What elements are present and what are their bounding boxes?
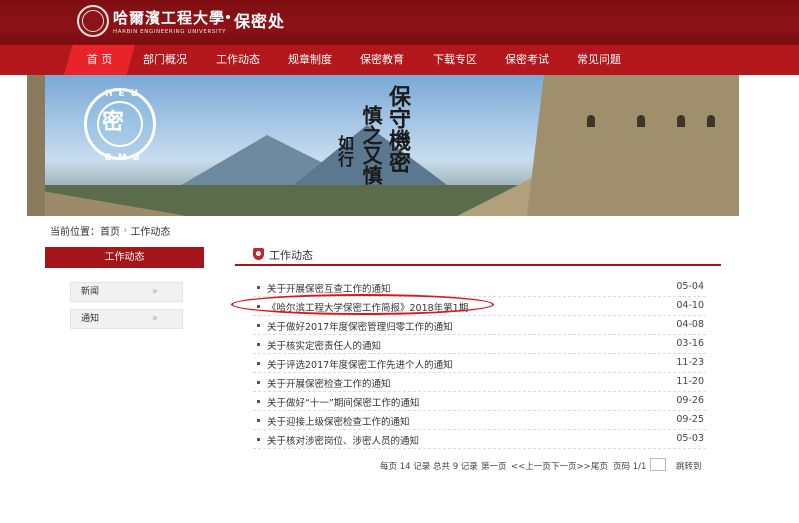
news-title-link[interactable]: 关于做好“十一”期间保密工作的通知	[267, 395, 419, 409]
news-date: 11-23	[676, 357, 704, 368]
news-date: 04-08	[676, 319, 704, 330]
university-seal-icon[interactable]	[77, 5, 109, 37]
nav-item-news[interactable]: 工作动态	[216, 45, 260, 75]
news-title-link[interactable]: 关于核对涉密岗位、涉密人员的通知	[267, 433, 419, 447]
news-list-item[interactable]: 关于做好“十一”期间保密工作的通知 09-26	[253, 392, 706, 411]
bullet-icon	[257, 400, 260, 403]
news-list-item[interactable]: 关于做好2017年度保密管理归零工作的通知 04-08	[253, 316, 706, 335]
university-name-en: HARBIN ENGINEERING UNIVERSITY	[113, 29, 227, 35]
news-title-link[interactable]: 关于评选2017年度保密工作先进个人的通知	[267, 357, 453, 371]
breadcrumb-separator: ›	[123, 225, 128, 236]
news-title-link[interactable]: 关于迎接上级保密检查工作的通知	[267, 414, 410, 428]
pager-prev-link[interactable]: <<上一页	[511, 460, 551, 472]
news-list-item[interactable]: 关于迎接上级保密检查工作的通知 09-25	[253, 411, 706, 430]
bullet-icon	[257, 286, 260, 289]
pager-last-link[interactable]: 尾页	[591, 460, 608, 472]
pager-first-link[interactable]: 第一页	[481, 460, 507, 472]
calligraphy-text-3: 如行	[335, 135, 354, 167]
breadcrumb-prefix: 当前位置：	[50, 227, 100, 238]
site-header: 哈爾濱工程大學 HARBIN ENGINEERING UNIVERSITY 保密…	[0, 0, 799, 44]
highlight-annotation-ellipse	[231, 294, 494, 315]
pager-page-info: 页码 1/1	[613, 462, 647, 472]
bullet-icon	[257, 419, 260, 422]
bullet-icon	[257, 362, 260, 365]
department-title: 保密处	[234, 12, 286, 31]
news-title-link[interactable]: 关于做好2017年度保密管理归零工作的通知	[267, 319, 453, 333]
nav-item-education[interactable]: 保密教育	[360, 45, 404, 75]
news-list-item[interactable]: 关于核对涉密岗位、涉密人员的通知 05-03	[253, 430, 706, 449]
university-name-cn[interactable]: 哈爾濱工程大學	[113, 7, 225, 28]
pager-next-link[interactable]: 下一页>>	[551, 460, 591, 472]
section-header: 工作动态	[235, 244, 721, 266]
bullet-icon	[257, 381, 260, 384]
breadcrumb-current[interactable]: 工作动态	[130, 227, 170, 238]
page-number-input[interactable]	[650, 458, 666, 471]
news-title-link[interactable]: 关于开展保密检查工作的通知	[267, 376, 391, 390]
news-date: 05-04	[676, 281, 704, 292]
breadcrumb: 当前位置：首页 › 工作动态	[50, 223, 170, 238]
bullet-icon	[257, 324, 260, 327]
bullet-icon	[257, 438, 260, 441]
news-date: 05-03	[676, 433, 704, 444]
pager-total: 总共 9 记录	[433, 462, 478, 472]
double-chevron-right-icon: »	[151, 286, 158, 297]
breadcrumb-home-link[interactable]: 首页	[100, 227, 120, 238]
nav-item-faq[interactable]: 常见问题	[577, 45, 621, 75]
news-list-item[interactable]: 关于核实定密责任人的通知 03-16	[253, 335, 706, 354]
heu-bmb-emblem-icon: HEU 密 BMB	[84, 88, 156, 163]
double-chevron-right-icon: »	[151, 313, 158, 324]
sidebar-item-label: 新闻	[81, 287, 100, 297]
news-date: 03-16	[676, 338, 704, 349]
nav-item-regulations[interactable]: 规章制度	[288, 45, 332, 75]
title-separator-dot	[226, 15, 230, 19]
news-title-link[interactable]: 关于开展保密互查工作的通知	[267, 281, 391, 295]
pager-goto-label[interactable]: 跳转到	[676, 460, 702, 472]
sidebar-item-label: 通知	[81, 314, 100, 324]
shield-icon	[253, 248, 264, 260]
nav-item-exam[interactable]: 保密考试	[505, 45, 549, 75]
news-date: 11-20	[676, 376, 704, 387]
news-date: 09-26	[676, 395, 704, 406]
calligraphy-text-2: 慎之又慎	[359, 105, 383, 185]
section-title: 工作动态	[269, 249, 313, 262]
news-title-link[interactable]: 关于核实定密责任人的通知	[267, 338, 381, 352]
news-date: 04-10	[676, 300, 704, 311]
news-list-item[interactable]: 关于评选2017年度保密工作先进个人的通知 11-23	[253, 354, 706, 373]
nav-item-overview[interactable]: 部门概况	[143, 45, 187, 75]
news-list-item[interactable]: 关于开展保密检查工作的通知 11-20	[253, 373, 706, 392]
sidebar-item-news[interactable]: 新闻 »	[70, 282, 183, 302]
bullet-icon	[257, 343, 260, 346]
pager-per-page: 每页 14 记录	[380, 462, 431, 472]
nav-item-home[interactable]: 首 页	[64, 45, 135, 75]
sidebar-heading: 工作动态	[45, 247, 204, 268]
calligraphy-text-1: 保守機密	[385, 85, 411, 173]
sidebar-item-notices[interactable]: 通知 »	[70, 309, 183, 329]
main-nav: 首 页 部门概况 工作动态 规章制度 保密教育 下载专区 保密考试 常见问题	[0, 44, 799, 75]
nav-item-downloads[interactable]: 下载专区	[433, 45, 477, 75]
news-date: 09-25	[676, 414, 704, 425]
